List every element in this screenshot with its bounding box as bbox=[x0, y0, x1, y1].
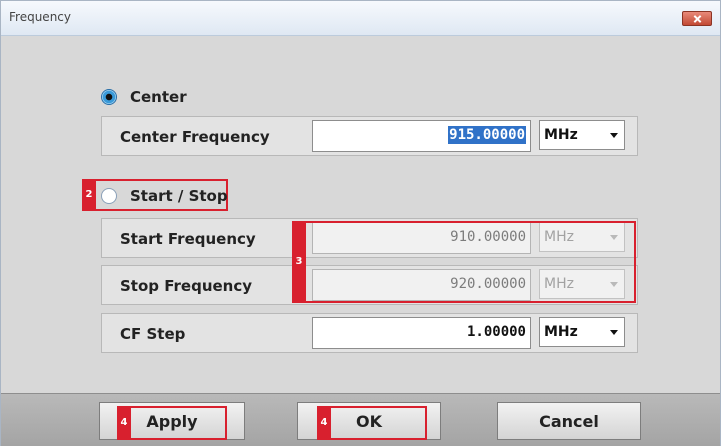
center-frequency-input[interactable]: 915.00000 bbox=[312, 120, 531, 152]
center-radio-row[interactable]: Center bbox=[101, 88, 187, 106]
cancel-button[interactable]: Cancel bbox=[497, 402, 641, 440]
start-stop-radio[interactable] bbox=[101, 188, 117, 204]
stop-frequency-label: Stop Frequency bbox=[120, 277, 253, 295]
annotation-box-3 bbox=[292, 221, 636, 303]
button-bar: Apply OK Cancel 4 4 bbox=[1, 393, 720, 446]
chevron-down-icon bbox=[610, 133, 618, 138]
center-radio-label: Center bbox=[130, 88, 187, 106]
center-frequency-label: Center Frequency bbox=[120, 128, 270, 146]
cancel-button-label: Cancel bbox=[539, 411, 599, 431]
start-stop-radio-label: Start / Stop bbox=[130, 187, 228, 205]
center-radio[interactable] bbox=[101, 89, 117, 105]
title-bar: Frequency bbox=[1, 1, 720, 36]
cf-step-input[interactable]: 1.00000 bbox=[312, 317, 531, 349]
cf-step-unit: MHz bbox=[544, 324, 578, 340]
close-icon[interactable] bbox=[682, 11, 712, 26]
center-frequency-unit-select[interactable]: MHz bbox=[539, 120, 625, 150]
center-frequency-panel: Center Frequency 915.00000 MHz bbox=[101, 116, 638, 156]
chevron-down-icon bbox=[610, 330, 618, 335]
frequency-dialog: Frequency Center Center Frequency 915.00… bbox=[0, 0, 721, 446]
annotation-box-4-ok bbox=[317, 406, 427, 440]
cf-step-value: 1.00000 bbox=[466, 324, 526, 340]
center-frequency-unit: MHz bbox=[544, 127, 578, 143]
window-title: Frequency bbox=[9, 10, 71, 24]
annotation-box-4-apply bbox=[117, 406, 227, 440]
center-frequency-value: 915.00000 bbox=[448, 126, 526, 144]
cf-step-label: CF Step bbox=[120, 325, 186, 343]
start-stop-radio-row[interactable]: Start / Stop bbox=[101, 187, 228, 205]
cf-step-unit-select[interactable]: MHz bbox=[539, 317, 625, 347]
cf-step-panel: CF Step 1.00000 MHz bbox=[101, 313, 638, 353]
start-frequency-label: Start Frequency bbox=[120, 230, 256, 248]
